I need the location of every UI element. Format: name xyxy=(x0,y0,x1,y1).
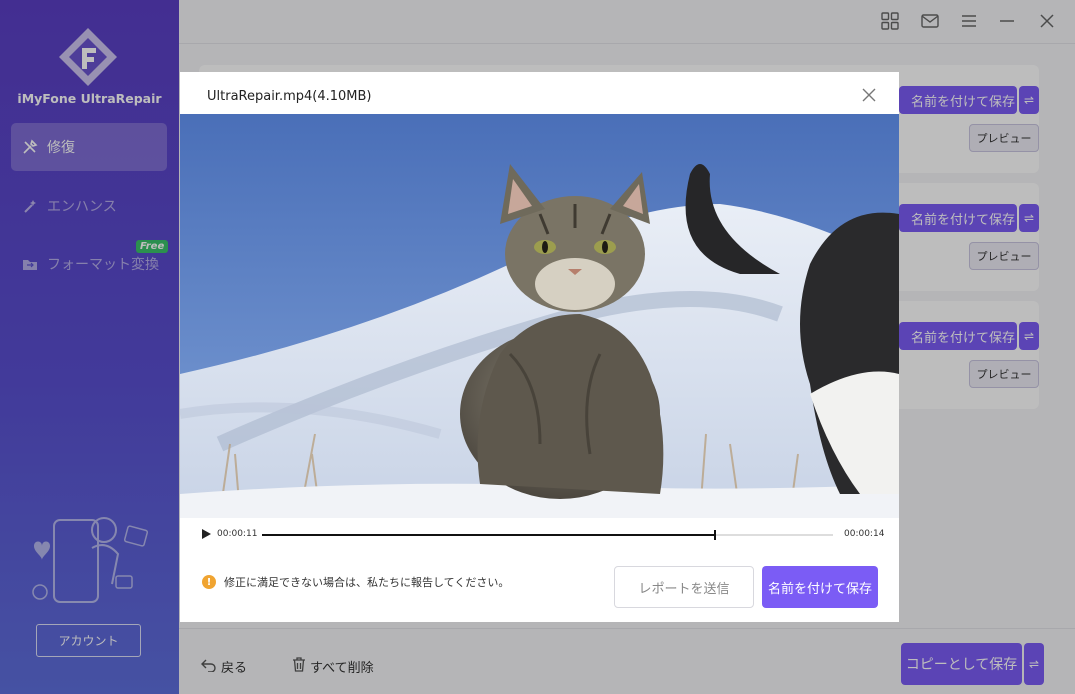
video-controls: 00:00:11 00:00:14 xyxy=(180,518,899,552)
total-time: 00:00:14 xyxy=(844,529,885,539)
play-icon[interactable] xyxy=(202,529,211,539)
video-frame[interactable] xyxy=(180,114,899,518)
seek-handle[interactable] xyxy=(713,530,716,540)
preview-modal: UltraRepair.mp4(4.10MB) 00:00:11 00:00:1… xyxy=(180,72,899,622)
save-as-button[interactable]: 名前を付けて保存 xyxy=(762,566,878,608)
seek-bar[interactable] xyxy=(262,530,833,540)
current-time: 00:00:11 xyxy=(217,529,258,539)
close-icon[interactable] xyxy=(858,84,880,106)
feedback-text: 修正に満足できない場合は、私たちに報告してください。 xyxy=(224,576,510,589)
feedback-notice: ! 修正に満足できない場合は、私たちに報告してください。 xyxy=(202,574,509,590)
modal-title: UltraRepair.mp4(4.10MB) xyxy=(207,89,372,104)
seek-bar-progress xyxy=(262,534,715,536)
warning-icon: ! xyxy=(202,575,216,589)
send-report-button[interactable]: レポートを送信 xyxy=(614,566,754,608)
